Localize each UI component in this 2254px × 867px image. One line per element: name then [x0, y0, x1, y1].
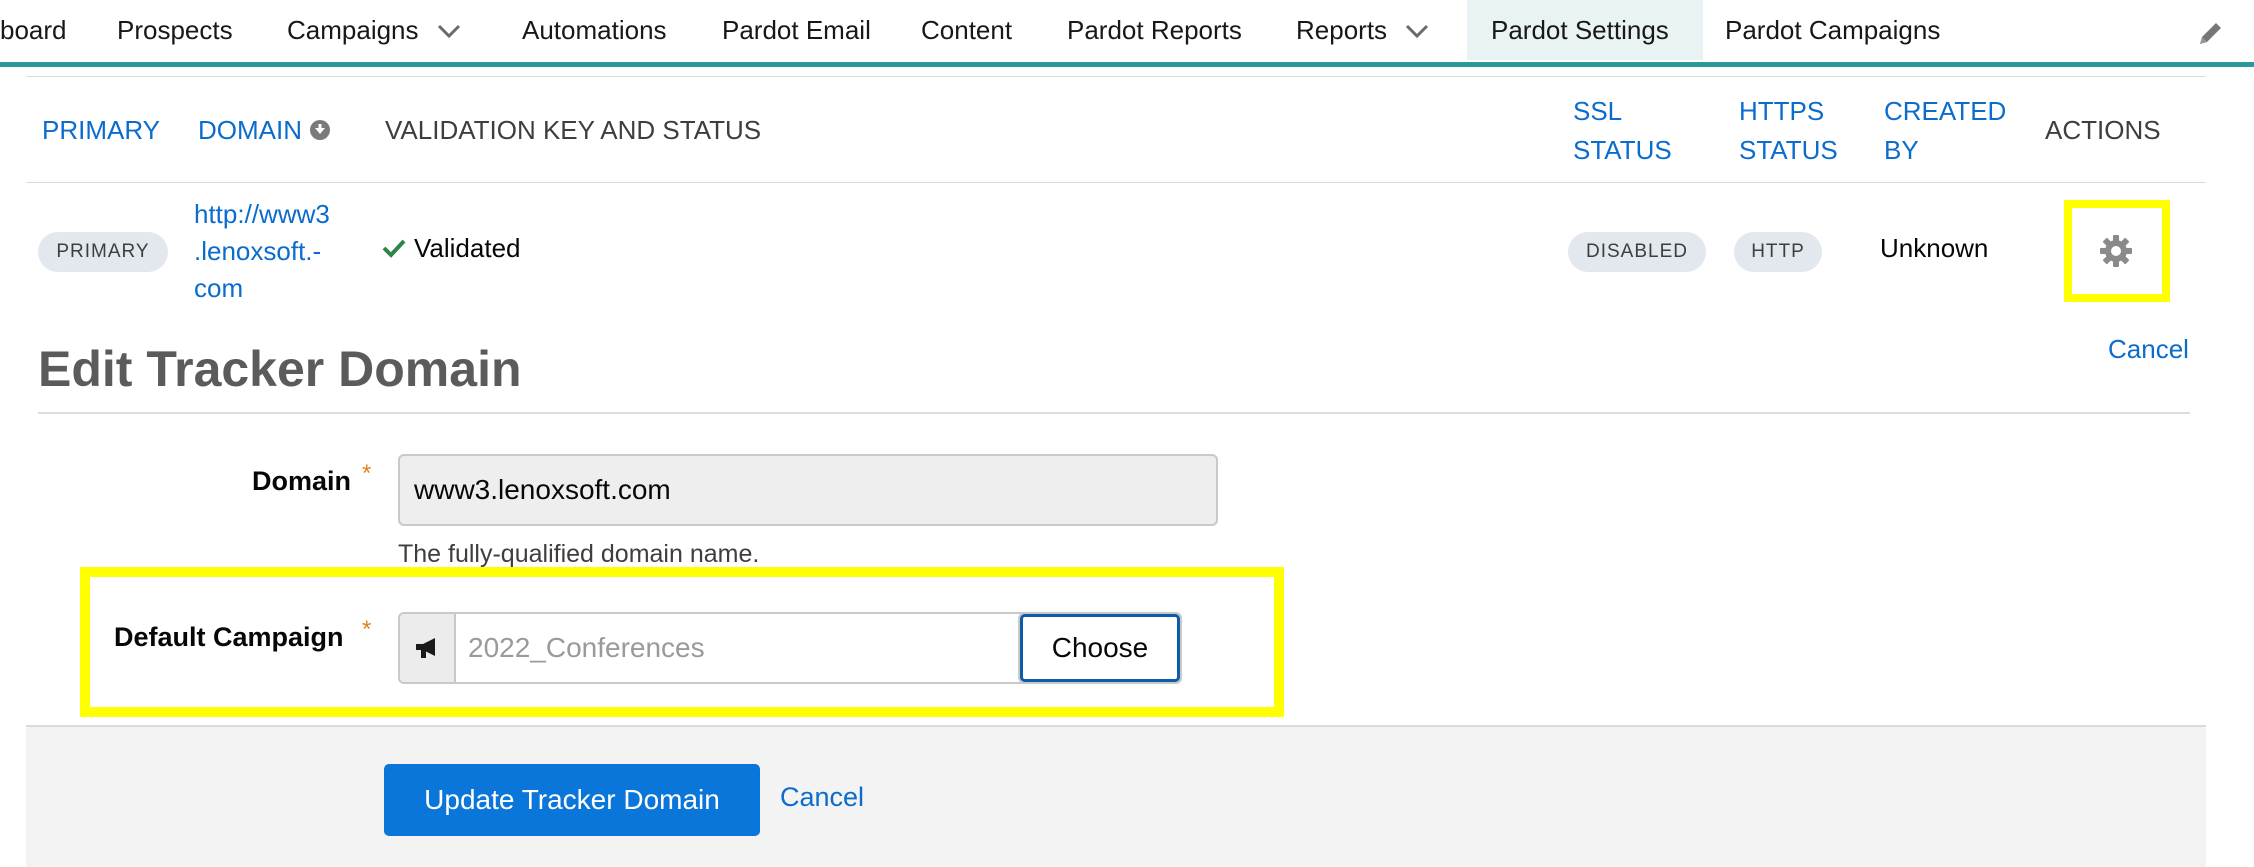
column-header-domain-label: DOMAIN	[198, 115, 302, 145]
validation-status-label: Validated	[414, 233, 521, 263]
nav-item-reports-label: Reports	[1296, 15, 1388, 45]
default-campaign-input[interactable]: 2022_Conferences	[468, 614, 705, 682]
required-marker: *	[362, 460, 372, 487]
checkmark-icon	[382, 239, 406, 259]
nav-item-pardot-campaigns[interactable]: Pardot Campaigns	[1725, 0, 1940, 60]
gear-icon[interactable]	[2098, 233, 2134, 274]
primary-badge: PRIMARY	[38, 232, 168, 272]
required-marker: *	[362, 616, 372, 643]
column-header-actions: ACTIONS	[2045, 115, 2161, 145]
nav-item-prospects[interactable]: Prospects	[117, 0, 233, 60]
nav-item-campaigns[interactable]: Campaigns	[287, 0, 461, 60]
domain-link[interactable]: http://www3 .lenoxsoft.- com	[194, 196, 354, 307]
column-header-primary[interactable]: PRIMARY	[42, 111, 160, 150]
column-header-domain[interactable]: DOMAIN	[198, 111, 331, 150]
chevron-down-icon[interactable]	[437, 0, 461, 59]
domain-label: Domain	[252, 466, 352, 496]
edit-nav-pencil-icon[interactable]	[2196, 18, 2226, 53]
cancel-link-top[interactable]: Cancel	[2108, 334, 2189, 365]
cancel-link-bottom[interactable]: Cancel	[780, 782, 864, 813]
form-footer	[26, 725, 2206, 867]
page-title: Edit Tracker Domain	[38, 341, 522, 397]
column-header-created-line1: CREATED	[1884, 96, 2007, 126]
nav-item-reports[interactable]: Reports	[1296, 0, 1429, 60]
nav-active-underline	[0, 62, 2254, 67]
column-header-created-line2: BY	[1884, 135, 1919, 165]
nav-item-dashboard[interactable]: board	[0, 0, 67, 60]
domain-help-text: The fully-qualified domain name.	[398, 540, 760, 568]
table-top-border	[26, 76, 2206, 77]
domain-input[interactable]: www3.lenoxsoft.com	[398, 454, 1218, 526]
column-header-https-status[interactable]: HTTPS STATUS	[1739, 92, 1838, 170]
top-navigation: board Prospects Campaigns Automations Pa…	[0, 0, 2254, 64]
nav-item-pardot-settings[interactable]: Pardot Settings	[1467, 0, 1703, 60]
domain-link-line1: http://www3	[194, 199, 330, 229]
column-header-ssl-status[interactable]: SSL STATUS	[1573, 92, 1672, 170]
validation-status: Validated	[382, 233, 521, 264]
chevron-down-icon[interactable]	[1405, 0, 1429, 59]
nav-item-pardot-email[interactable]: Pardot Email	[722, 0, 871, 60]
column-header-https-line2: STATUS	[1739, 135, 1838, 165]
choose-campaign-button[interactable]: Choose	[1020, 614, 1180, 682]
column-header-created-by[interactable]: CREATED BY	[1884, 92, 2006, 170]
nav-item-campaigns-label: Campaigns	[287, 15, 419, 45]
column-header-https-line1: HTTPS	[1739, 96, 1825, 126]
megaphone-icon	[400, 614, 456, 682]
table-header-divider	[26, 182, 2206, 183]
default-campaign-label: Default Campaign	[114, 622, 344, 652]
nav-item-content[interactable]: Content	[921, 0, 1012, 60]
sort-descending-icon	[310, 120, 331, 141]
ssl-status-badge: DISABLED	[1568, 232, 1706, 272]
nav-item-automations[interactable]: Automations	[522, 0, 667, 60]
column-header-validation: VALIDATION KEY AND STATUS	[385, 115, 762, 145]
created-by-value: Unknown	[1880, 233, 1989, 263]
title-divider	[38, 412, 2190, 414]
update-tracker-domain-button[interactable]: Update Tracker Domain	[384, 764, 760, 836]
https-status-badge: HTTP	[1734, 232, 1822, 272]
column-header-ssl-line2: STATUS	[1573, 135, 1672, 165]
domain-link-line2: .lenoxsoft.-	[194, 236, 322, 266]
column-header-ssl-line1: SSL	[1573, 96, 1623, 126]
nav-item-pardot-reports[interactable]: Pardot Reports	[1067, 0, 1242, 60]
domain-link-line3: com	[194, 273, 244, 303]
